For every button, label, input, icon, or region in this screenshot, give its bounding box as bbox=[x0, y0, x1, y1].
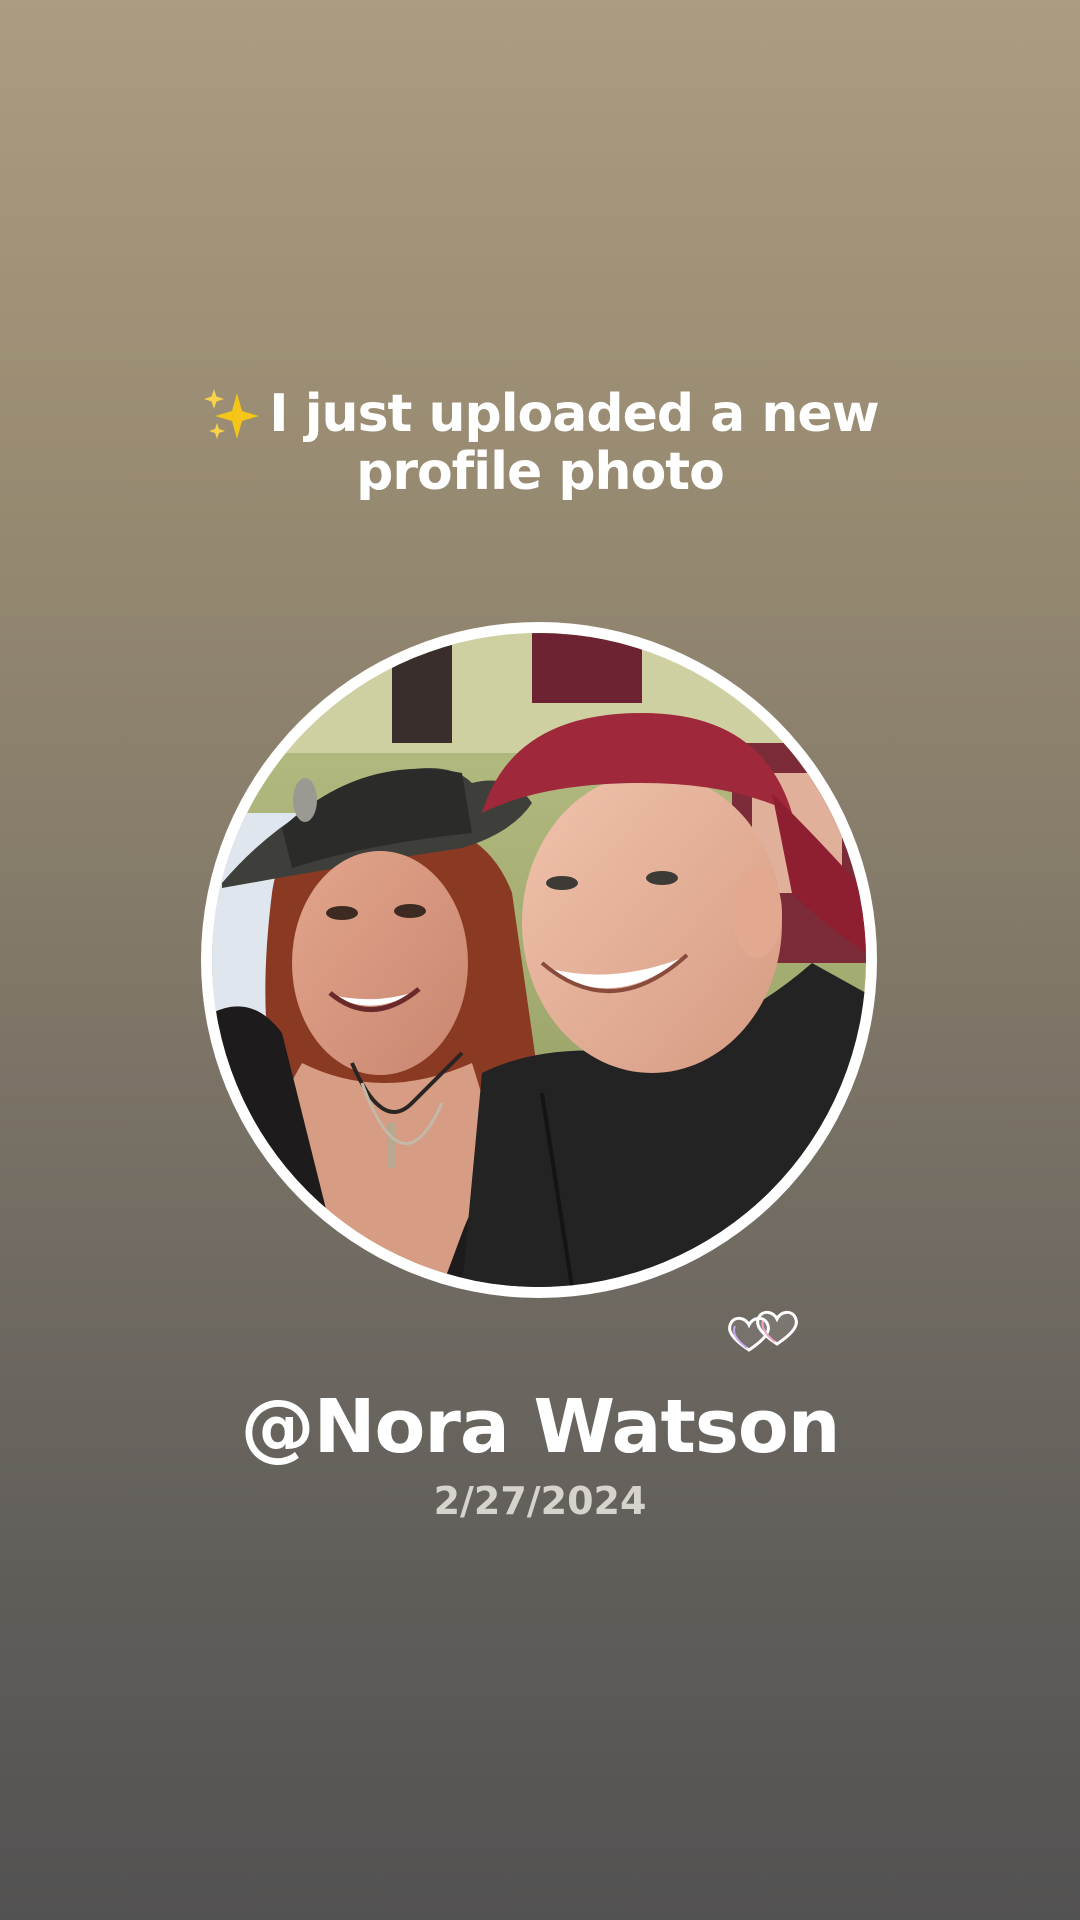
sparkles-icon bbox=[201, 385, 261, 443]
profile-photo-image bbox=[212, 633, 866, 1287]
username[interactable]: @Nora Watson bbox=[0, 1382, 1080, 1472]
post-headline: I just uploaded a new profile photo bbox=[0, 385, 1080, 501]
headline-line-1: I just uploaded a new bbox=[269, 384, 879, 444]
post-date: 2/27/2024 bbox=[433, 1479, 647, 1523]
profile-photo[interactable] bbox=[212, 633, 866, 1287]
two-hearts-icon bbox=[725, 1310, 801, 1356]
headline-line-2: profile photo bbox=[356, 442, 725, 502]
profile-photo-frame bbox=[201, 622, 877, 1298]
